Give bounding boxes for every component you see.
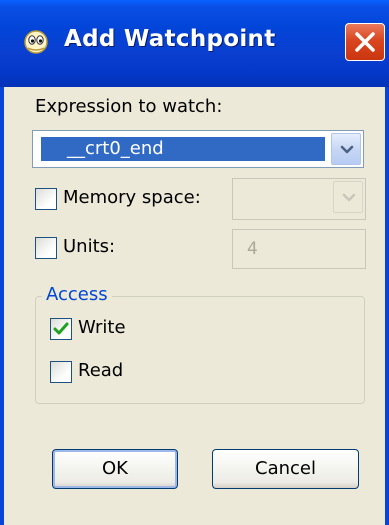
- expression-combobox[interactable]: __crt0_end: [32, 130, 364, 168]
- window-border-right: [385, 87, 389, 525]
- units-label: Units:: [63, 236, 116, 257]
- read-label: Read: [78, 360, 124, 381]
- access-group-legend: Access: [42, 284, 112, 306]
- ok-button-label: OK: [102, 458, 128, 479]
- watchpoint-icon: [22, 28, 50, 56]
- memory-space-dropdown-button[interactable]: [333, 181, 363, 213]
- cancel-button[interactable]: Cancel: [212, 449, 359, 489]
- close-icon: [355, 32, 375, 52]
- add-watchpoint-dialog: Add Watchpoint Expression to watch: __cr…: [0, 0, 389, 525]
- window-border-left: [0, 87, 4, 525]
- read-checkbox[interactable]: [50, 361, 72, 383]
- write-checkbox[interactable]: [50, 318, 72, 340]
- memory-space-combobox[interactable]: [232, 178, 366, 220]
- cancel-button-label: Cancel: [255, 458, 316, 479]
- units-checkbox[interactable]: [35, 237, 57, 259]
- checkmark-icon: [53, 322, 69, 335]
- ok-button[interactable]: OK: [52, 449, 178, 489]
- expression-value: __crt0_end: [67, 138, 164, 159]
- chevron-down-icon: [340, 145, 354, 154]
- access-group: [35, 296, 365, 404]
- title-bar[interactable]: Add Watchpoint: [0, 0, 389, 87]
- memory-space-checkbox[interactable]: [35, 188, 57, 210]
- expression-dropdown-button[interactable]: [331, 133, 361, 165]
- expression-selection: __crt0_end: [41, 137, 325, 161]
- memory-space-label: Memory space:: [63, 187, 201, 208]
- chevron-down-icon: [342, 193, 356, 202]
- units-field[interactable]: 4: [232, 229, 366, 269]
- write-label: Write: [78, 317, 126, 338]
- close-button[interactable]: [345, 23, 385, 61]
- expression-label: Expression to watch:: [35, 96, 223, 117]
- units-value: 4: [247, 239, 258, 259]
- window-title: Add Watchpoint: [64, 26, 276, 52]
